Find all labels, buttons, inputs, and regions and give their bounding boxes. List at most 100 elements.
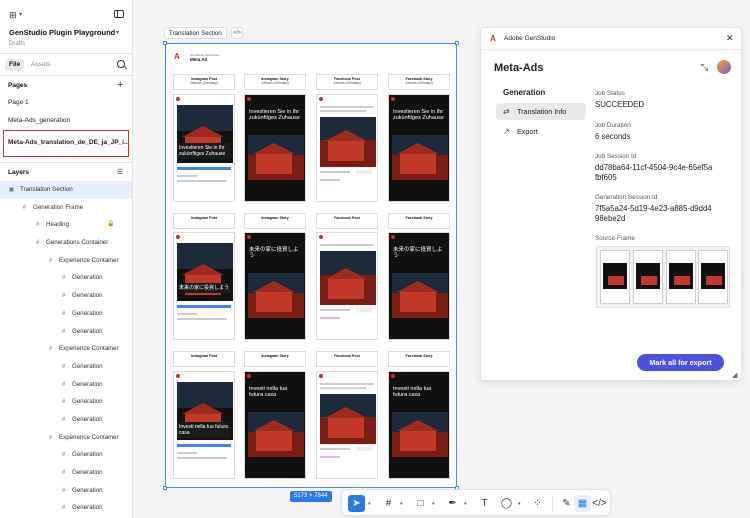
ad-card[interactable]: Investieren Sie in Ihr zukünftiges Zuhau… — [244, 94, 306, 202]
resize-handle[interactable] — [163, 41, 167, 45]
layer-label: Generation — [72, 292, 103, 300]
move-tool-icon[interactable]: ➤ — [348, 495, 365, 512]
chevron-down-icon[interactable]: ▾ — [368, 501, 371, 507]
layer-item[interactable]: # Generation — [0, 393, 132, 411]
page-item[interactable]: Meta-Ads_generation — [0, 112, 132, 130]
mark-all-for-export-button[interactable]: Mark all for export — [637, 354, 724, 371]
tab-file[interactable]: File — [5, 59, 25, 71]
layer-label: Generation — [72, 327, 103, 335]
layer-item[interactable]: # Generation — [0, 499, 132, 517]
resize-handle[interactable] — [163, 486, 167, 490]
meta-line — [177, 313, 197, 315]
layer-item[interactable]: # Generation — [0, 269, 132, 287]
frame-label[interactable]: Translation Section — [164, 27, 227, 39]
tab-assets[interactable]: Assets — [31, 59, 51, 71]
avatar[interactable] — [717, 60, 731, 74]
chevron-down-icon[interactable]: ▾ — [464, 501, 467, 507]
source-frame-label: Source Frame — [595, 235, 635, 242]
ad-card[interactable]: Investi nella tua futura casa — [244, 371, 306, 479]
layer-item[interactable]: # Generation — [0, 482, 132, 500]
ad-card[interactable] — [316, 232, 378, 340]
draw-mode-icon[interactable]: ✎ — [558, 495, 575, 512]
pen-tool-icon[interactable]: ✒ — [444, 495, 461, 512]
ad-image — [320, 117, 376, 167]
main-menu-icon[interactable]: ⊞ — [9, 10, 17, 21]
house — [397, 143, 439, 174]
page-item-selected[interactable]: Meta-Ads_translation_de_DE_ja_JP_i... — [3, 130, 129, 157]
house — [253, 281, 295, 312]
lock-icon[interactable]: 🔒 — [107, 216, 114, 234]
chevron-down-icon[interactable]: ▾ — [400, 501, 403, 507]
ad-card[interactable]: Investieren Sie in Ihr zukünftiges Zuhau… — [388, 94, 450, 202]
comment-tool-icon[interactable]: ◯ — [498, 495, 515, 512]
cta-bar — [177, 444, 231, 447]
layers-panel: Layers ☰ ▣ Translation Section # Generatio… — [0, 163, 132, 517]
code-icon[interactable]: </> — [231, 27, 243, 39]
ad-card[interactable]: 未来の家に投資しよう — [388, 232, 450, 340]
close-icon[interactable]: ✕ — [726, 33, 734, 44]
layer-item[interactable]: # Experience Container — [0, 429, 132, 447]
add-page-icon[interactable]: + — [117, 79, 123, 91]
layer-item[interactable]: # Generations Container — [0, 234, 132, 252]
ad-card[interactable]: Investi nella tua futura casa — [173, 371, 235, 479]
frame-tool-icon[interactable]: # — [380, 495, 397, 512]
dev-mode-icon[interactable]: </> — [591, 495, 608, 512]
layer-item[interactable]: # Generation — [0, 323, 132, 341]
collapse-icon[interactable]: ⤡ — [701, 62, 708, 73]
layer-item[interactable]: # Generation — [0, 358, 132, 376]
layer-label: Generation — [72, 469, 103, 476]
resize-grip-icon[interactable]: ◢ — [732, 371, 737, 379]
source-frame-thumbnail[interactable] — [596, 246, 730, 308]
resize-handle[interactable] — [455, 41, 459, 45]
panel-toggle-icon[interactable] — [114, 10, 124, 18]
meta-line — [320, 171, 350, 173]
actions-icon[interactable]: ⁘ — [529, 495, 546, 512]
layer-item[interactable]: # Generation — [0, 464, 132, 482]
layer-label: Generations Container — [46, 239, 109, 247]
export-icon: ↗ — [503, 127, 510, 136]
layer-label: Heading — [46, 221, 70, 229]
chevron-down-icon[interactable]: ▾ — [116, 29, 119, 36]
column-header: Facebook Post German (Germany) — [316, 74, 378, 90]
house — [325, 407, 367, 438]
ad-card[interactable] — [316, 94, 378, 202]
rectangle-tool-icon[interactable]: □ — [412, 495, 429, 512]
chevron-down-icon[interactable]: ▾ — [432, 501, 435, 507]
layer-item[interactable]: # Generation — [0, 287, 132, 305]
layer-item[interactable]: # Heading 🔒 — [0, 216, 132, 234]
house — [325, 268, 367, 299]
ad-card[interactable]: 未来の家に投資しよう — [173, 232, 235, 340]
ad-card[interactable]: Investieren Sie in Ihr zukünftiges Zuhau… — [173, 94, 235, 202]
layer-item[interactable]: # Generation — [0, 376, 132, 394]
page-item[interactable]: Page 1 — [0, 94, 132, 112]
field-job-status: Job Status SUCCEEDED — [595, 90, 725, 110]
layer-item[interactable]: # Generation Frame — [0, 199, 132, 217]
chevron-down-icon[interactable]: ▾ — [19, 11, 22, 18]
frame-icon: # — [61, 470, 66, 476]
nav-item-export[interactable]: ↗ Export — [496, 123, 586, 140]
translate-icon: ⇄ — [503, 107, 510, 116]
design-mode-icon[interactable]: ▦ — [574, 495, 591, 512]
layer-item[interactable]: # Generation — [0, 305, 132, 323]
layer-item[interactable]: # Generation — [0, 411, 132, 429]
ad-card[interactable]: Investi nella tua futura casa — [388, 371, 450, 479]
search-icon[interactable] — [117, 60, 125, 68]
column-lang: German (Germany) — [190, 81, 218, 85]
column-lang: German (Germany) — [261, 81, 289, 85]
ad-card[interactable] — [316, 371, 378, 479]
ad-card[interactable]: 未来の家に投資しよう — [244, 232, 306, 340]
layer-item[interactable]: # Experience Container — [0, 340, 132, 358]
layer-item[interactable]: # Experience Container — [0, 252, 132, 270]
ad-headline: Investi nella tua futura casa — [249, 386, 288, 398]
layer-label: Experience Container — [59, 345, 119, 353]
layer-item[interactable]: # Generation — [0, 446, 132, 464]
nav-item-translation-info[interactable]: ⇄ Translation Info — [496, 103, 586, 120]
text-tool-icon[interactable]: T — [476, 495, 493, 512]
layers-sort-icon[interactable]: ☰ — [117, 168, 123, 176]
project-name[interactable]: GenStudio Plugin Playground — [9, 28, 115, 37]
chevron-down-icon[interactable]: ▾ — [518, 501, 521, 507]
layer-item[interactable]: ▣ Translation Section — [0, 181, 132, 199]
translation-section-frame[interactable]: A GenStudio Generation Meta Ad Instagram… — [163, 41, 459, 490]
house — [253, 420, 295, 451]
cta-bar — [177, 305, 231, 308]
